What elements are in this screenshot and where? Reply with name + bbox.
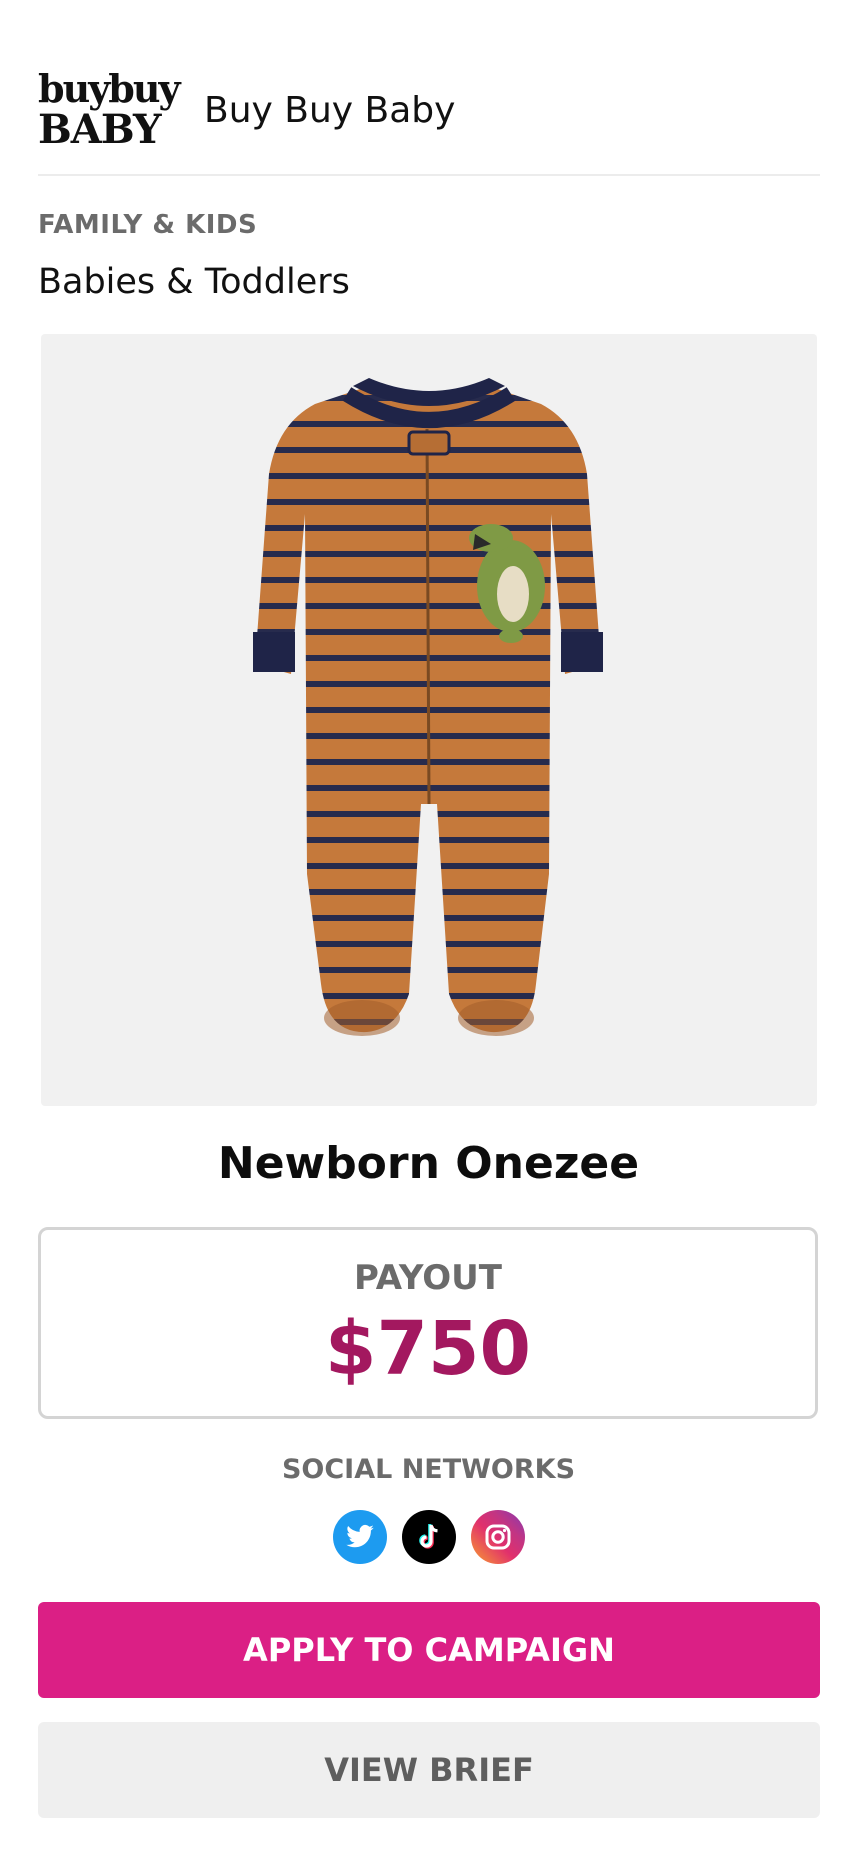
payout-label: PAYOUT (354, 1258, 502, 1298)
view-brief-button[interactable]: VIEW BRIEF (38, 1722, 820, 1818)
product-title: Newborn Onezee (217, 1138, 640, 1189)
instagram-icon (471, 1510, 525, 1564)
payout-value: $750 (325, 1306, 531, 1392)
onesie-illustration (253, 378, 603, 1036)
subcategory-label: Babies & Toddlers (38, 262, 350, 302)
social-networks-label: SOCIAL NETWORKS (281, 1454, 576, 1485)
header-divider (38, 174, 820, 176)
brand-name: Buy Buy Baby (204, 89, 456, 131)
twitter-icon (333, 1510, 387, 1564)
tiktok-icon (402, 1510, 456, 1564)
campaign-header: buybuy BABY Buy Buy Baby (38, 40, 818, 180)
social-network-icons (333, 1510, 525, 1566)
payout-card: PAYOUT $750 (38, 1227, 818, 1419)
brand-logo: buybuy BABY (38, 65, 181, 155)
apply-to-campaign-button[interactable]: APPLY TO CAMPAIGN (38, 1602, 820, 1698)
brand-logo-line2: BABY (38, 106, 162, 153)
product-image (41, 334, 817, 1106)
category-label: FAMILY & KIDS (38, 210, 258, 240)
brand-logo-line1: buybuy (38, 66, 181, 111)
